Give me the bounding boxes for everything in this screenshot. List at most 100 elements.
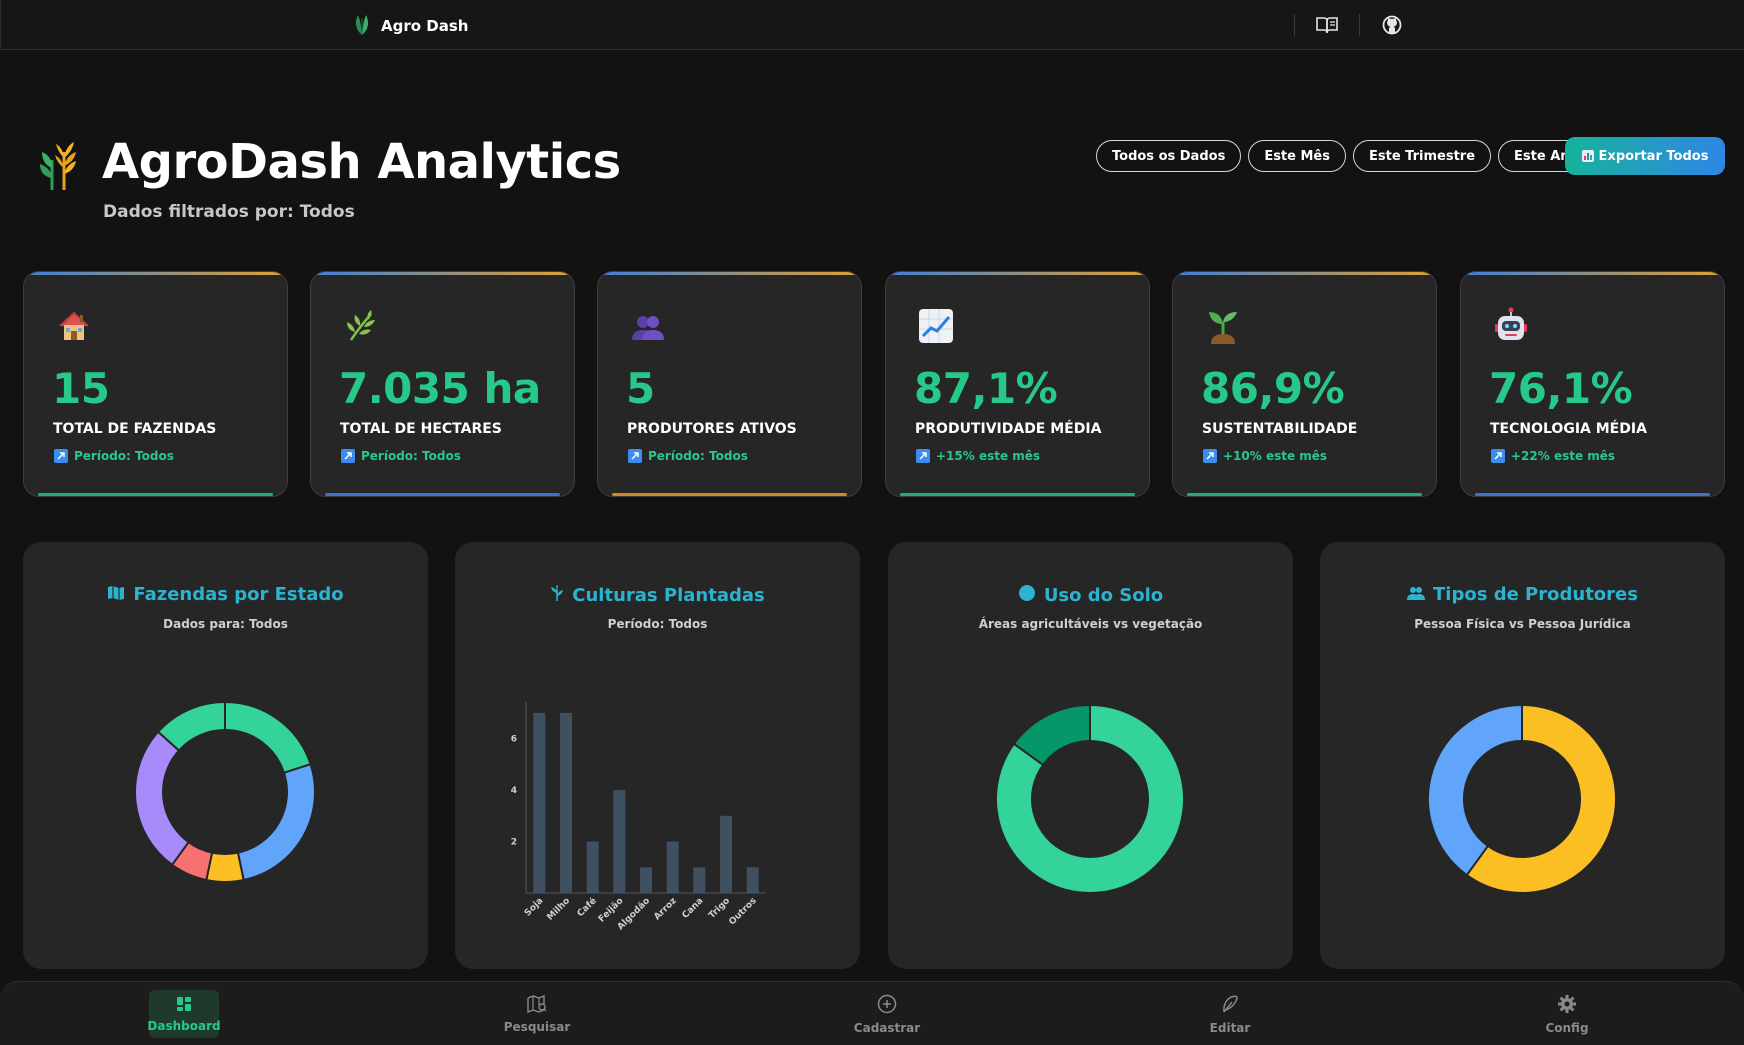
- people-icon: [628, 306, 668, 346]
- card-accent: [1173, 272, 1436, 275]
- soil-donut-chart[interactable]: [888, 542, 1293, 969]
- page-subtitle: Dados filtrados por: Todos: [103, 202, 355, 222]
- export-label: Exportar Todos: [1598, 148, 1709, 164]
- bottom-nav: Dashboard Pesquisar Cadastrar Editar Con…: [0, 981, 1744, 1045]
- stat-value: 87,1%: [914, 364, 1058, 413]
- trend-arrow-icon: [54, 449, 68, 463]
- bar[interactable]: [720, 815, 732, 893]
- bar[interactable]: [613, 790, 626, 893]
- y-tick-label: 6: [511, 735, 517, 745]
- nav-label: Editar: [1209, 1020, 1251, 1035]
- bar[interactable]: [586, 841, 599, 893]
- donut-slice[interactable]: [1427, 703, 1523, 877]
- card-bottom-accent: [900, 493, 1135, 496]
- filter-quarter-button[interactable]: Este Trimestre: [1352, 140, 1492, 172]
- stat-trend: +15% este mês: [916, 449, 1040, 463]
- stat-label: PRODUTORES ATIVOS: [627, 421, 797, 437]
- herb-icon: [341, 306, 381, 346]
- stat-value: 15: [52, 364, 110, 413]
- house-icon: [54, 306, 94, 346]
- export-all-button[interactable]: Exportar Todos: [1565, 137, 1725, 175]
- x-tick-label: Milho: [545, 896, 572, 923]
- x-tick-label: Soja: [523, 896, 546, 919]
- leaf-logo-icon: [351, 12, 373, 40]
- stat-card-farms: 15 TOTAL DE FAZENDAS Período: Todos: [23, 271, 288, 497]
- trend-text: +22% este mês: [1511, 449, 1616, 463]
- trend-arrow-icon: [916, 449, 930, 463]
- app-name: Agro Dash: [381, 17, 469, 35]
- stat-card-hectares: 7.035 ha TOTAL DE HECTARES Período: Todo…: [310, 271, 575, 497]
- card-bottom-accent: [325, 493, 560, 496]
- stat-trend: Período: Todos: [341, 449, 461, 463]
- top-actions: [1294, 0, 1424, 50]
- card-bottom-accent: [612, 493, 847, 496]
- stat-value: 86,9%: [1201, 364, 1345, 413]
- nav-search[interactable]: Pesquisar: [502, 990, 572, 1038]
- card-accent: [598, 272, 861, 275]
- donut-slice[interactable]: [236, 762, 316, 882]
- chart-card-producer-types: Tipos de Produtores Pessoa Física vs Pes…: [1320, 542, 1725, 969]
- stat-label: PRODUTIVIDADE MÉDIA: [915, 421, 1102, 437]
- stat-card-producers: 5 PRODUTORES ATIVOS Período: Todos: [597, 271, 862, 497]
- nav-dashboard[interactable]: Dashboard: [147, 990, 221, 1038]
- chart-card-soil: Uso do Solo Áreas agricultáveis vs veget…: [888, 542, 1293, 969]
- stat-label: SUSTENTABILIDADE: [1202, 421, 1358, 437]
- top-bar: Agro Dash: [0, 0, 1744, 50]
- crops-bar-chart[interactable]: 246Soja Milho CaféFeijãoAlgodão Arroz Cana Tr…: [455, 542, 860, 969]
- page-title: AgroDash Analytics: [102, 134, 621, 190]
- x-tick-label: Outros: [727, 896, 758, 927]
- card-accent: [886, 272, 1149, 275]
- stat-label: TOTAL DE FAZENDAS: [53, 421, 217, 437]
- wheat-logo-icon: [38, 138, 78, 196]
- stat-card-sustainability: 86,9% SUSTENTABILIDADE +10% este mês: [1172, 271, 1437, 497]
- nav-label: Dashboard: [147, 1018, 221, 1033]
- stat-label: TECNOLOGIA MÉDIA: [1490, 421, 1647, 437]
- bar[interactable]: [666, 841, 679, 893]
- trend-arrow-icon: [341, 449, 355, 463]
- filter-month-button[interactable]: Este Mês: [1248, 140, 1346, 172]
- trend-text: +15% este mês: [936, 449, 1041, 463]
- docs-book-icon[interactable]: [1295, 0, 1359, 50]
- stat-card-technology: 76,1% TECNOLOGIA MÉDIA +22% este mês: [1460, 271, 1725, 497]
- trend-arrow-icon: [628, 449, 642, 463]
- bar[interactable]: [640, 867, 652, 893]
- donut-slice[interactable]: [224, 700, 312, 775]
- states-donut-chart[interactable]: [23, 542, 428, 969]
- nav-register[interactable]: Cadastrar: [852, 990, 922, 1038]
- bar[interactable]: [560, 712, 572, 893]
- bar-chart-icon: [1581, 150, 1594, 162]
- trend-text: Período: Todos: [648, 449, 748, 463]
- stat-value: 5: [626, 364, 655, 413]
- bar[interactable]: [746, 867, 759, 893]
- github-icon[interactable]: [1360, 0, 1424, 50]
- stat-value: 7.035 ha: [339, 364, 541, 413]
- x-tick-label: Arroz: [652, 896, 678, 922]
- card-accent: [1461, 272, 1724, 275]
- stat-trend: Período: Todos: [54, 449, 174, 463]
- nav-edit[interactable]: Editar: [1195, 990, 1265, 1038]
- card-bottom-accent: [1187, 493, 1422, 496]
- stat-label: TOTAL DE HECTARES: [340, 421, 502, 437]
- chart-card-states: Fazendas por Estado Dados para: Todos: [23, 542, 428, 969]
- edit-leaf-icon: [1221, 994, 1239, 1018]
- card-accent: [311, 272, 574, 275]
- brand[interactable]: Agro Dash: [351, 12, 468, 40]
- bar[interactable]: [693, 867, 706, 893]
- producers-donut-chart[interactable]: [1320, 542, 1725, 969]
- card-bottom-accent: [1475, 493, 1710, 496]
- bar[interactable]: [533, 712, 546, 893]
- card-bottom-accent: [38, 493, 273, 496]
- nav-label: Pesquisar: [503, 1019, 571, 1034]
- trend-arrow-icon: [1203, 449, 1217, 463]
- map-search-icon: [527, 994, 547, 1017]
- filter-all-button[interactable]: Todos os Dados: [1096, 140, 1242, 172]
- nav-label: Cadastrar: [853, 1020, 921, 1035]
- y-tick-label: 2: [511, 838, 517, 848]
- chart-card-crops: Culturas Plantadas Período: Todos 2 4 6 Soj…: [455, 542, 860, 969]
- nav-label: Config: [1545, 1020, 1589, 1035]
- stat-value: 76,1%: [1489, 364, 1633, 413]
- y-tick-label: 4: [511, 786, 517, 796]
- x-tick-label: Trigo: [707, 896, 732, 921]
- donut-slice[interactable]: [134, 730, 190, 867]
- nav-config[interactable]: Config: [1532, 990, 1602, 1038]
